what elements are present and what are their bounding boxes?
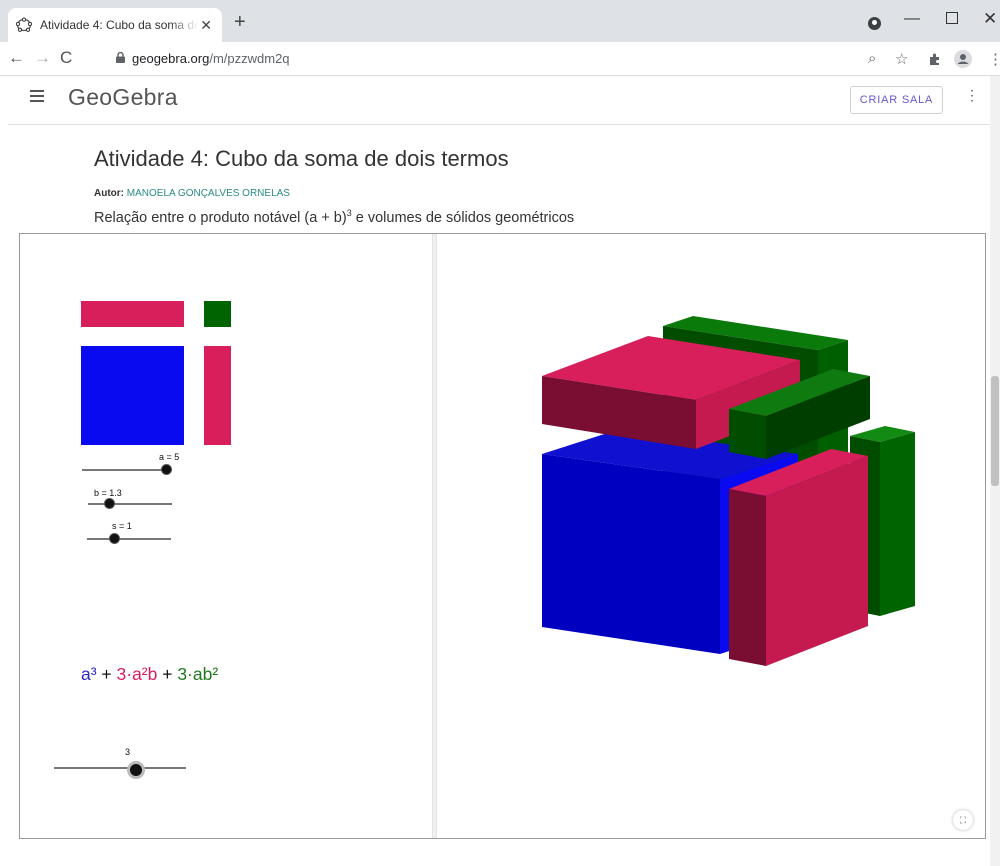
step-slider-track[interactable] [54,767,186,769]
new-tab-button[interactable]: + [234,12,246,32]
green-column-face [880,432,915,616]
slider-a-track[interactable] [82,469,172,471]
more-options-icon[interactable]: ⋮ [965,88,979,102]
url-path: /m/pzzwdm2q [209,51,290,66]
expansion-formula: a³ + 3·a²b + 3·ab² [81,664,218,685]
scrollbar-thumb[interactable] [991,376,999,486]
tab-close-icon[interactable]: ✕ [200,17,212,33]
window-maximize-button[interactable] [946,12,958,24]
square-a [81,346,184,445]
forward-arrow-icon[interactable]: → [34,48,51,68]
back-arrow-icon[interactable]: ← [8,48,25,68]
term-3ab2: 3·ab² [177,664,219,684]
page-description: Relação entre o produto notável (a + b)3… [94,208,574,226]
browser-tab[interactable]: Atividade 4: Cubo da soma de dois termos… [8,8,222,42]
extensions-puzzle-icon[interactable] [928,52,942,66]
browser-tab-strip: Atividade 4: Cubo da soma de dois termos… [0,0,1000,42]
red-upright-side [729,489,766,666]
slider-s-label: s = 1 [112,521,132,531]
bookmark-star-icon[interactable]: ☆ [895,50,908,68]
page-scrollbar[interactable] [990,76,1000,866]
lock-icon [116,52,125,63]
fullscreen-icon[interactable]: ⛶ [953,810,973,830]
term-3a2b: 3·a²b [116,664,158,684]
rect-a-by-b [81,301,184,327]
step-slider-knob[interactable] [127,761,145,779]
plus-sign: + [96,664,117,684]
address-bar-url[interactable]: geogebra.org/m/pzzwdm2q [132,51,290,66]
slider-b-knob[interactable] [104,498,115,509]
view-divider[interactable] [432,234,437,838]
browser-toolbar: ← → C geogebra.org/m/pzzwdm2q ⌕ ☆ ⋮ [0,42,1000,76]
window-minimize-button[interactable]: — [904,10,920,28]
window-close-button[interactable]: ✕ [983,9,997,29]
slider-b-track[interactable] [88,503,172,505]
criar-sala-button[interactable]: CRIAR SALA [850,86,943,114]
geogebra-applet[interactable]: a = 5 b = 1.3 s = 1 a³ + 3·a²b + 3·ab² 3 [19,233,986,839]
blue-cube-front [542,454,720,654]
author-label: Autor: [94,188,124,199]
desc-text-end: e volumes de sólidos geométricos [351,209,575,226]
tab-title: Atividade 4: Cubo da soma de dois termos [40,18,198,32]
browser-menu-icon[interactable]: ⋮ [988,50,1000,68]
url-host: geogebra.org [132,51,210,66]
slider-s-track[interactable] [87,538,171,540]
hamburger-menu-icon[interactable] [30,90,44,102]
slider-a-label: a = 5 [159,452,180,462]
geogebra-favicon-icon [16,17,32,33]
square-b [204,301,231,327]
reload-icon[interactable]: C [60,48,72,68]
rect-b-by-a [204,346,231,445]
author-line: Autor: MANOELA GONÇALVES ORNELAS [94,188,290,199]
slider-s-knob[interactable] [109,533,120,544]
plus-sign: + [157,664,178,684]
account-avatar-icon[interactable] [954,50,972,68]
slider-b-label: b = 1.3 [94,488,122,498]
3d-cube-view[interactable] [438,234,986,838]
term-a-cubed: a³ [81,664,97,684]
geogebra-logo[interactable]: GeoGebra [68,84,178,111]
zoom-icon[interactable]: ⌕ [868,50,876,67]
green-bar-front [729,409,766,459]
slider-a-knob[interactable] [161,464,172,475]
geogebra-header: GeoGebra CRIAR SALA ⋮ [8,76,990,125]
step-slider-label: 3 [125,747,131,757]
page-title: Atividade 4: Cubo da soma de dois termos [94,146,509,171]
browser-profile-icon[interactable] [868,17,881,30]
desc-text: Relação entre o produto notável (a + b) [94,209,347,226]
author-name-link[interactable]: MANOELA GONÇALVES ORNELAS [127,188,290,199]
